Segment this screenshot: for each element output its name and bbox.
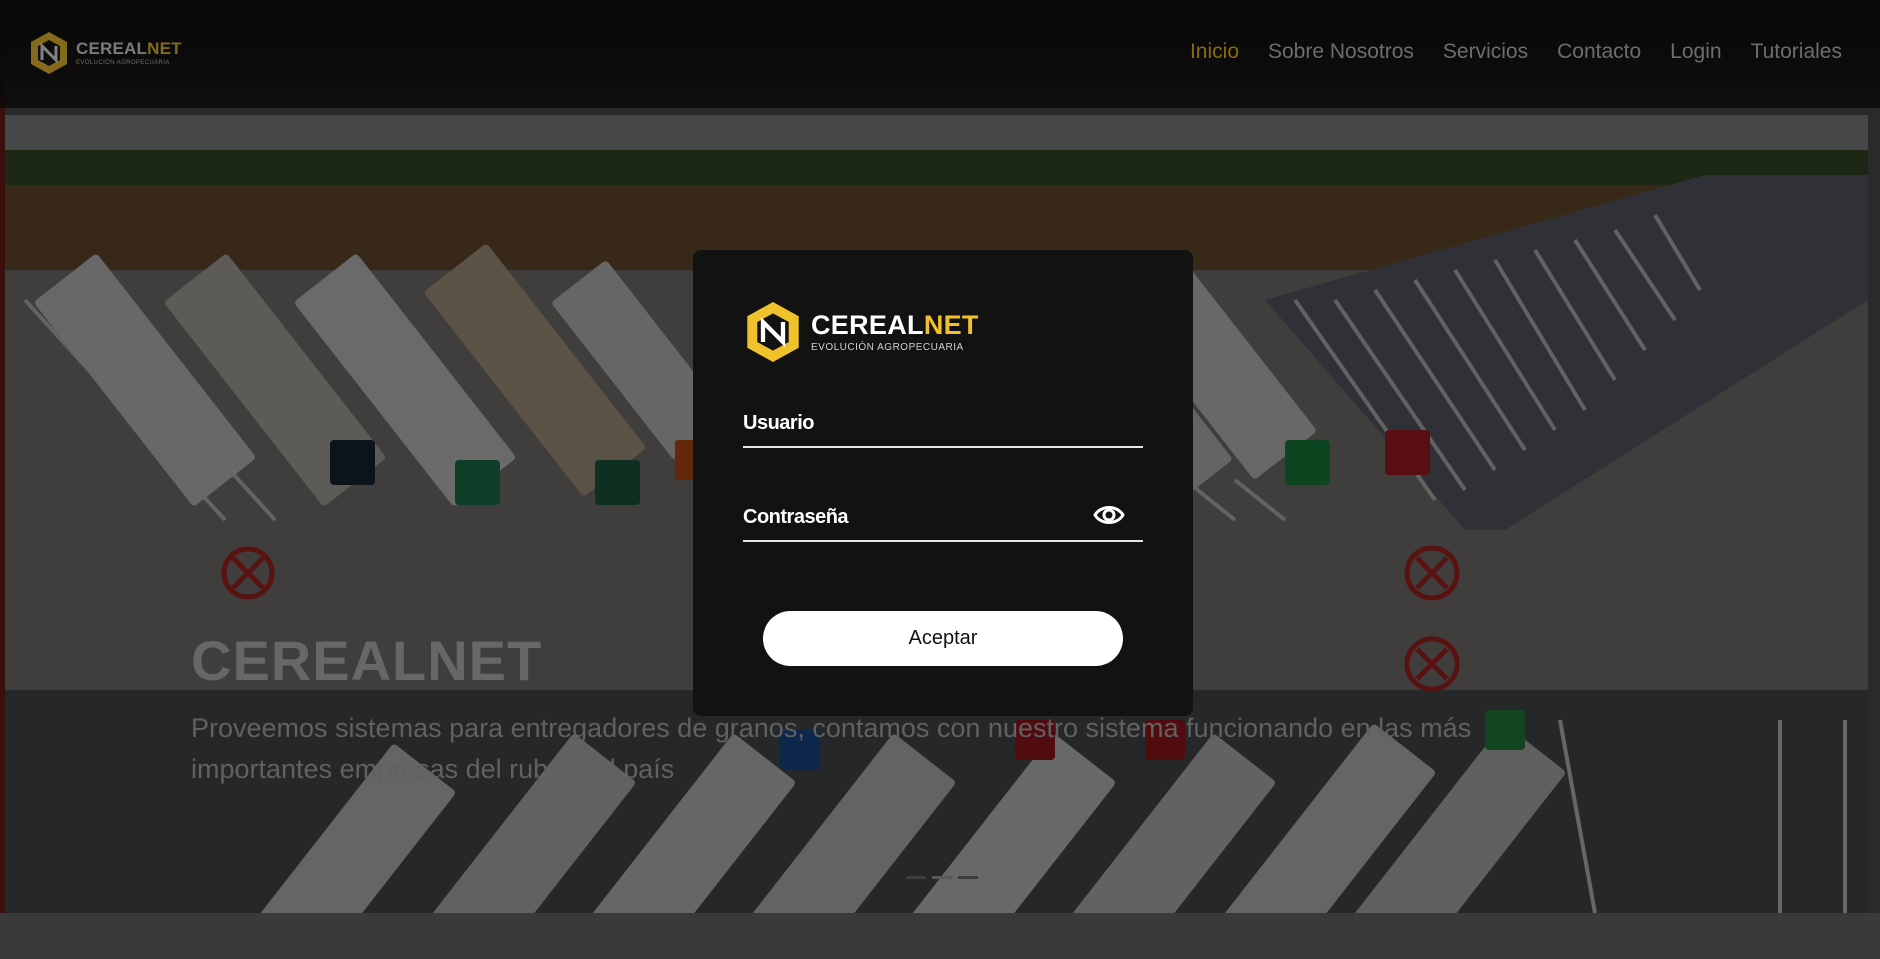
password-field bbox=[743, 496, 1143, 542]
page-footer-strip bbox=[0, 913, 1880, 959]
accept-button[interactable]: Aceptar bbox=[763, 611, 1123, 666]
nav-link-sobre-nosotros[interactable]: Sobre Nosotros bbox=[1268, 40, 1414, 64]
cerealnet-logo-icon bbox=[31, 32, 67, 74]
nav-link-servicios[interactable]: Servicios bbox=[1443, 40, 1528, 64]
eye-icon[interactable] bbox=[1093, 502, 1125, 528]
username-input[interactable] bbox=[743, 406, 1083, 440]
hero-title: CEREALNET bbox=[191, 629, 543, 692]
login-modal: CEREALNET EVOLUCIÓN AGROPECUARIA Aceptar bbox=[693, 250, 1193, 716]
nav-link-contacto[interactable]: Contacto bbox=[1557, 40, 1641, 64]
login-logo: CEREALNET EVOLUCIÓN AGROPECUARIA bbox=[743, 298, 979, 366]
carousel-indicators bbox=[906, 876, 978, 879]
nav-menu: Inicio Sobre Nosotros Servicios Contacto… bbox=[1161, 40, 1842, 64]
nav-link-tutoriales[interactable]: Tutoriales bbox=[1751, 40, 1842, 64]
navbar-brand-tagline: EVOLUCIÓN AGROPECUARIA bbox=[76, 60, 170, 66]
navbar-brand-name: CEREALNET bbox=[76, 39, 182, 58]
page: CEREALNET Proveemos sistemas para entreg… bbox=[0, 0, 1880, 959]
top-navbar: CEREALNET EVOLUCIÓN AGROPECUARIA Inicio … bbox=[0, 0, 1880, 108]
login-brand-name: CEREALNET bbox=[811, 309, 979, 340]
hero-description: Proveemos sistemas para entregadores de … bbox=[191, 713, 1472, 784]
nav-link-login[interactable]: Login bbox=[1670, 40, 1721, 64]
carousel-indicator[interactable] bbox=[958, 876, 978, 879]
navbar-logo[interactable]: CEREALNET EVOLUCIÓN AGROPECUARIA bbox=[28, 30, 182, 76]
login-brand-tagline: EVOLUCIÓN AGROPECUARIA bbox=[811, 341, 964, 353]
cerealnet-logo-icon bbox=[747, 302, 799, 362]
carousel-indicator[interactable] bbox=[906, 876, 926, 879]
nav-link-inicio[interactable]: Inicio bbox=[1190, 40, 1239, 64]
carousel-indicator-active[interactable] bbox=[932, 876, 952, 879]
password-input[interactable] bbox=[743, 500, 1083, 534]
username-field bbox=[743, 402, 1143, 448]
